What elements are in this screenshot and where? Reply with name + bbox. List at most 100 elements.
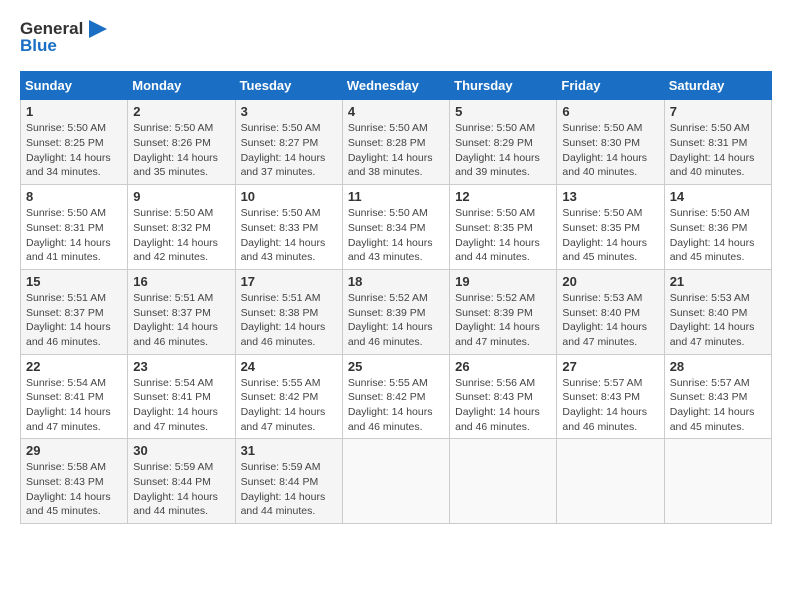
calendar-day-header: Monday <box>128 72 235 100</box>
day-number: 1 <box>26 104 122 119</box>
day-info: Sunrise: 5:56 AM Sunset: 8:43 PM Dayligh… <box>455 376 551 435</box>
day-number: 20 <box>562 274 658 289</box>
day-info: Sunrise: 5:50 AM Sunset: 8:28 PM Dayligh… <box>348 121 444 180</box>
calendar-day-cell: 13 Sunrise: 5:50 AM Sunset: 8:35 PM Dayl… <box>557 185 664 270</box>
day-info: Sunrise: 5:50 AM Sunset: 8:32 PM Dayligh… <box>133 206 229 265</box>
calendar-day-cell: 8 Sunrise: 5:50 AM Sunset: 8:31 PM Dayli… <box>21 185 128 270</box>
day-info: Sunrise: 5:52 AM Sunset: 8:39 PM Dayligh… <box>455 291 551 350</box>
calendar-day-cell: 17 Sunrise: 5:51 AM Sunset: 8:38 PM Dayl… <box>235 269 342 354</box>
day-info: Sunrise: 5:50 AM Sunset: 8:26 PM Dayligh… <box>133 121 229 180</box>
day-info: Sunrise: 5:57 AM Sunset: 8:43 PM Dayligh… <box>670 376 766 435</box>
day-number: 2 <box>133 104 229 119</box>
calendar-header-row: SundayMondayTuesdayWednesdayThursdayFrid… <box>21 72 772 100</box>
day-info: Sunrise: 5:50 AM Sunset: 8:27 PM Dayligh… <box>241 121 337 180</box>
page-header: General Blue <box>20 20 772 55</box>
day-number: 24 <box>241 359 337 374</box>
day-info: Sunrise: 5:54 AM Sunset: 8:41 PM Dayligh… <box>26 376 122 435</box>
calendar-day-cell <box>342 439 449 524</box>
day-info: Sunrise: 5:50 AM Sunset: 8:25 PM Dayligh… <box>26 121 122 180</box>
calendar-day-cell: 18 Sunrise: 5:52 AM Sunset: 8:39 PM Dayl… <box>342 269 449 354</box>
day-number: 25 <box>348 359 444 374</box>
day-number: 12 <box>455 189 551 204</box>
day-number: 13 <box>562 189 658 204</box>
day-info: Sunrise: 5:53 AM Sunset: 8:40 PM Dayligh… <box>670 291 766 350</box>
day-number: 3 <box>241 104 337 119</box>
day-number: 15 <box>26 274 122 289</box>
day-number: 21 <box>670 274 766 289</box>
day-info: Sunrise: 5:50 AM Sunset: 8:31 PM Dayligh… <box>26 206 122 265</box>
calendar-day-cell <box>664 439 771 524</box>
calendar-day-cell: 28 Sunrise: 5:57 AM Sunset: 8:43 PM Dayl… <box>664 354 771 439</box>
calendar-day-cell: 15 Sunrise: 5:51 AM Sunset: 8:37 PM Dayl… <box>21 269 128 354</box>
calendar-day-cell: 26 Sunrise: 5:56 AM Sunset: 8:43 PM Dayl… <box>450 354 557 439</box>
day-number: 31 <box>241 443 337 458</box>
day-number: 4 <box>348 104 444 119</box>
calendar-day-header: Tuesday <box>235 72 342 100</box>
calendar-day-cell: 27 Sunrise: 5:57 AM Sunset: 8:43 PM Dayl… <box>557 354 664 439</box>
calendar-day-cell: 14 Sunrise: 5:50 AM Sunset: 8:36 PM Dayl… <box>664 185 771 270</box>
calendar-day-cell: 6 Sunrise: 5:50 AM Sunset: 8:30 PM Dayli… <box>557 100 664 185</box>
day-number: 27 <box>562 359 658 374</box>
day-info: Sunrise: 5:50 AM Sunset: 8:35 PM Dayligh… <box>562 206 658 265</box>
day-info: Sunrise: 5:51 AM Sunset: 8:37 PM Dayligh… <box>26 291 122 350</box>
calendar-week-row: 29 Sunrise: 5:58 AM Sunset: 8:43 PM Dayl… <box>21 439 772 524</box>
logo: General Blue <box>20 20 107 55</box>
calendar-week-row: 1 Sunrise: 5:50 AM Sunset: 8:25 PM Dayli… <box>21 100 772 185</box>
calendar-day-cell: 3 Sunrise: 5:50 AM Sunset: 8:27 PM Dayli… <box>235 100 342 185</box>
calendar-day-cell <box>557 439 664 524</box>
day-number: 10 <box>241 189 337 204</box>
day-number: 22 <box>26 359 122 374</box>
day-info: Sunrise: 5:52 AM Sunset: 8:39 PM Dayligh… <box>348 291 444 350</box>
calendar-day-cell: 30 Sunrise: 5:59 AM Sunset: 8:44 PM Dayl… <box>128 439 235 524</box>
day-number: 11 <box>348 189 444 204</box>
calendar-day-cell: 5 Sunrise: 5:50 AM Sunset: 8:29 PM Dayli… <box>450 100 557 185</box>
calendar-table: SundayMondayTuesdayWednesdayThursdayFrid… <box>20 71 772 524</box>
day-info: Sunrise: 5:50 AM Sunset: 8:35 PM Dayligh… <box>455 206 551 265</box>
day-info: Sunrise: 5:55 AM Sunset: 8:42 PM Dayligh… <box>241 376 337 435</box>
calendar-day-cell: 23 Sunrise: 5:54 AM Sunset: 8:41 PM Dayl… <box>128 354 235 439</box>
day-number: 26 <box>455 359 551 374</box>
day-number: 23 <box>133 359 229 374</box>
day-number: 14 <box>670 189 766 204</box>
calendar-day-cell: 12 Sunrise: 5:50 AM Sunset: 8:35 PM Dayl… <box>450 185 557 270</box>
day-info: Sunrise: 5:51 AM Sunset: 8:38 PM Dayligh… <box>241 291 337 350</box>
calendar-week-row: 22 Sunrise: 5:54 AM Sunset: 8:41 PM Dayl… <box>21 354 772 439</box>
calendar-day-cell: 16 Sunrise: 5:51 AM Sunset: 8:37 PM Dayl… <box>128 269 235 354</box>
calendar-week-row: 15 Sunrise: 5:51 AM Sunset: 8:37 PM Dayl… <box>21 269 772 354</box>
calendar-day-cell: 25 Sunrise: 5:55 AM Sunset: 8:42 PM Dayl… <box>342 354 449 439</box>
day-info: Sunrise: 5:58 AM Sunset: 8:43 PM Dayligh… <box>26 460 122 519</box>
logo-arrow-icon <box>85 20 107 38</box>
day-number: 5 <box>455 104 551 119</box>
day-info: Sunrise: 5:50 AM Sunset: 8:29 PM Dayligh… <box>455 121 551 180</box>
calendar-day-header: Saturday <box>664 72 771 100</box>
day-info: Sunrise: 5:55 AM Sunset: 8:42 PM Dayligh… <box>348 376 444 435</box>
day-info: Sunrise: 5:50 AM Sunset: 8:33 PM Dayligh… <box>241 206 337 265</box>
calendar-day-cell: 20 Sunrise: 5:53 AM Sunset: 8:40 PM Dayl… <box>557 269 664 354</box>
calendar-day-cell: 9 Sunrise: 5:50 AM Sunset: 8:32 PM Dayli… <box>128 185 235 270</box>
day-info: Sunrise: 5:50 AM Sunset: 8:31 PM Dayligh… <box>670 121 766 180</box>
calendar-day-header: Thursday <box>450 72 557 100</box>
day-number: 16 <box>133 274 229 289</box>
day-number: 28 <box>670 359 766 374</box>
day-info: Sunrise: 5:50 AM Sunset: 8:30 PM Dayligh… <box>562 121 658 180</box>
day-info: Sunrise: 5:59 AM Sunset: 8:44 PM Dayligh… <box>133 460 229 519</box>
calendar-day-cell: 10 Sunrise: 5:50 AM Sunset: 8:33 PM Dayl… <box>235 185 342 270</box>
day-number: 30 <box>133 443 229 458</box>
day-info: Sunrise: 5:59 AM Sunset: 8:44 PM Dayligh… <box>241 460 337 519</box>
day-number: 17 <box>241 274 337 289</box>
calendar-day-cell: 31 Sunrise: 5:59 AM Sunset: 8:44 PM Dayl… <box>235 439 342 524</box>
day-number: 19 <box>455 274 551 289</box>
day-info: Sunrise: 5:50 AM Sunset: 8:36 PM Dayligh… <box>670 206 766 265</box>
calendar-day-cell: 21 Sunrise: 5:53 AM Sunset: 8:40 PM Dayl… <box>664 269 771 354</box>
calendar-day-cell: 24 Sunrise: 5:55 AM Sunset: 8:42 PM Dayl… <box>235 354 342 439</box>
day-number: 18 <box>348 274 444 289</box>
day-info: Sunrise: 5:50 AM Sunset: 8:34 PM Dayligh… <box>348 206 444 265</box>
calendar-day-cell <box>450 439 557 524</box>
calendar-day-header: Sunday <box>21 72 128 100</box>
day-info: Sunrise: 5:53 AM Sunset: 8:40 PM Dayligh… <box>562 291 658 350</box>
day-number: 7 <box>670 104 766 119</box>
day-info: Sunrise: 5:51 AM Sunset: 8:37 PM Dayligh… <box>133 291 229 350</box>
day-number: 9 <box>133 189 229 204</box>
calendar-day-cell: 22 Sunrise: 5:54 AM Sunset: 8:41 PM Dayl… <box>21 354 128 439</box>
calendar-day-cell: 4 Sunrise: 5:50 AM Sunset: 8:28 PM Dayli… <box>342 100 449 185</box>
